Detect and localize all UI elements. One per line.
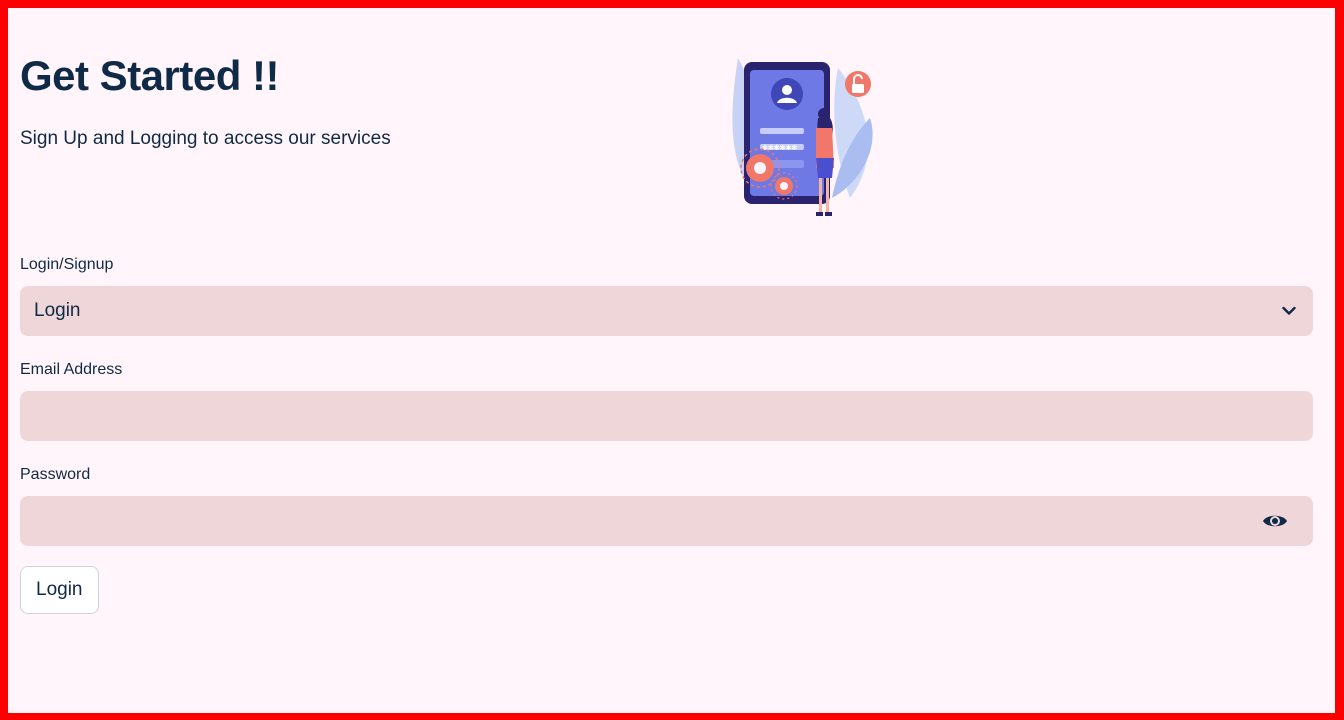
page-subtitle: Sign Up and Logging to access our servic… [20, 128, 391, 149]
mode-select[interactable]: Login [20, 286, 1313, 336]
chevron-down-icon[interactable] [1279, 301, 1299, 321]
password-field-wrapper [20, 496, 1313, 546]
password-label: Password [20, 466, 91, 483]
email-label: Email Address [20, 361, 123, 378]
email-field[interactable] [34, 391, 1299, 441]
login-illustration: ✱✱✱✱✱✱ [720, 48, 890, 218]
page-title: Get Started !! [20, 52, 280, 99]
eye-icon[interactable] [1260, 509, 1291, 533]
email-field-wrapper [20, 391, 1313, 441]
app-page: Get Started !! Sign Up and Logging to ac… [8, 8, 1335, 713]
mode-select-label: Login/Signup [20, 256, 114, 273]
login-button[interactable]: Login [20, 566, 99, 614]
mode-select-value: Login [34, 300, 81, 321]
password-field[interactable] [34, 496, 1260, 546]
